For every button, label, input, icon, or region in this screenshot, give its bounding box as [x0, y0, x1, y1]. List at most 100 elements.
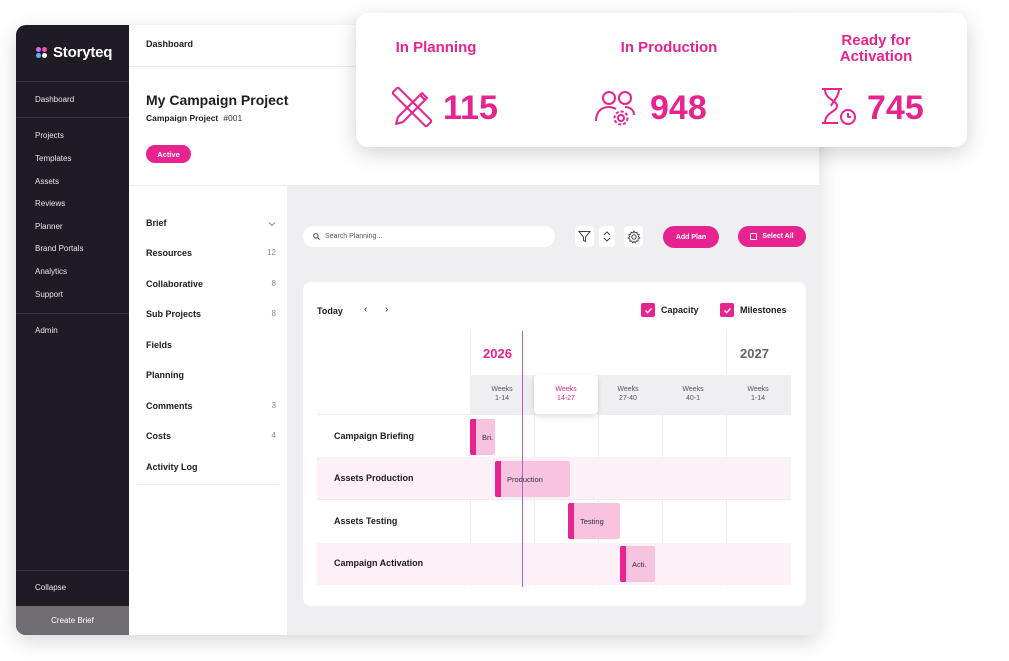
sidebar-item-brand-portals[interactable]: Brand Portals [35, 244, 83, 253]
sidebar-item-projects[interactable]: Projects [35, 131, 64, 140]
search-input[interactable]: Search Planning... [303, 226, 555, 247]
stat-label-in-planning: In Planning [395, 39, 477, 56]
capacity-toggle[interactable]: Capacity [641, 303, 699, 317]
collapse-button[interactable]: Collapse [35, 583, 66, 592]
sidebar-divider [16, 570, 129, 571]
nav-item-costs[interactable]: Costs 4 [146, 431, 276, 441]
week-label: Weeks [682, 386, 704, 393]
week-column-header[interactable]: Weeks 1-14 [472, 385, 532, 403]
nav-item-resources[interactable]: Resources 12 [146, 248, 276, 258]
brand-name: Storyteq [53, 43, 113, 61]
stat-value-in-production: 948 [650, 89, 707, 127]
nav-divider [137, 484, 279, 485]
week-column-header-active[interactable]: Weeks 14-27 [536, 385, 596, 403]
team-gear-icon [595, 91, 635, 126]
week-label: Weeks [555, 386, 577, 393]
nav-item-label: Comments [146, 401, 193, 411]
week-column-header[interactable]: Weeks 1-14 [728, 385, 788, 403]
nav-item-count: 4 [271, 431, 276, 440]
sidebar-item-support[interactable]: Support [35, 290, 63, 299]
nav-item-activity-log[interactable]: Activity Log [146, 462, 276, 472]
stat-value-in-planning: 115 [443, 89, 498, 127]
nav-item-label: Costs [146, 431, 172, 441]
week-label: Weeks [491, 386, 513, 393]
sidebar-item-assets[interactable]: Assets [35, 177, 59, 186]
nav-item-brief[interactable]: Brief [146, 218, 276, 228]
sidebar-item-analytics[interactable]: Analytics [35, 267, 67, 276]
today-button[interactable]: Today [317, 306, 343, 316]
planning-panel: Search Planning... Add Plan Select All T… [287, 186, 819, 635]
sidebar-item-admin[interactable]: Admin [35, 326, 58, 335]
week-range: 1-14 [494, 395, 509, 402]
search-placeholder: Search Planning... [325, 233, 383, 240]
nav-item-label: Collaborative [146, 279, 204, 289]
create-brief-button[interactable]: Create Brief [16, 606, 129, 635]
sidebar-item-templates[interactable]: Templates [35, 154, 71, 163]
gantt-row-label[interactable]: Campaign Activation [334, 558, 423, 568]
week-range: 14-27 [557, 395, 575, 402]
settings-button[interactable] [624, 226, 643, 247]
add-plan-button[interactable]: Add Plan [663, 226, 719, 248]
sidebar-item-planner[interactable]: Planner [35, 222, 63, 231]
week-label: Weeks [617, 386, 639, 393]
nav-item-count: 8 [271, 309, 276, 318]
row-divider [317, 414, 791, 415]
gantt-bar[interactable]: Acti. [620, 546, 655, 582]
gantt-row-label[interactable]: Assets Testing [334, 516, 397, 526]
week-range: 1-14 [750, 395, 765, 402]
select-all-button[interactable]: Select All [738, 226, 806, 247]
year-label-2027: 2027 [740, 346, 769, 361]
sidebar-item-dashboard[interactable]: Dashboard [35, 95, 74, 104]
settings-icon [626, 229, 641, 244]
sidebar-divider [16, 117, 129, 118]
milestones-toggle[interactable]: Milestones [720, 303, 787, 317]
stat-label-in-production: In Production [620, 39, 718, 56]
sidebar-divider [16, 313, 129, 314]
capacity-label: Capacity [661, 305, 699, 315]
stat-label-ready-for-activation: Ready for Activation [839, 32, 913, 65]
breadcrumb[interactable]: Dashboard [146, 39, 193, 49]
nav-item-fields[interactable]: Fields [146, 340, 276, 350]
sort-icon [603, 231, 611, 242]
chevron-right-icon[interactable]: › [385, 304, 388, 315]
nav-item-count: 3 [271, 401, 276, 410]
nav-item-count: 8 [271, 279, 276, 288]
gantt-row-label[interactable]: Campaign Briefing [334, 431, 414, 441]
week-label: Weeks [747, 386, 769, 393]
checkbox-checked-icon [641, 303, 655, 317]
sidebar-divider [16, 81, 129, 82]
checkbox-icon [750, 233, 758, 240]
year-label-2026: 2026 [483, 346, 512, 361]
project-id: #001 [223, 113, 243, 123]
hourglass-clock-icon [822, 88, 856, 125]
nav-item-label: Fields [146, 340, 173, 350]
nav-item-planning[interactable]: Planning [146, 370, 276, 380]
chevron-left-icon[interactable]: ‹ [364, 304, 367, 315]
week-column-header[interactable]: Weeks 27-40 [598, 385, 658, 403]
search-icon [313, 233, 320, 240]
nav-item-label: Activity Log [146, 462, 198, 472]
nav-item-comments[interactable]: Comments 3 [146, 401, 276, 411]
sidebar-item-reviews[interactable]: Reviews [35, 199, 65, 208]
status-badge: Active [146, 145, 191, 163]
nav-item-count: 12 [267, 248, 276, 257]
select-all-label: Select All [762, 233, 794, 240]
logo[interactable]: Storyteq [36, 42, 112, 62]
gantt-bar[interactable]: Testing [568, 503, 620, 539]
sort-button[interactable] [599, 226, 615, 247]
gantt-bar[interactable]: Bri. [470, 419, 495, 455]
filter-button[interactable] [575, 226, 594, 247]
milestones-label: Milestones [740, 305, 787, 315]
page-title: My Campaign Project [146, 92, 289, 108]
nav-item-sub-projects[interactable]: Sub Projects 8 [146, 309, 276, 319]
gantt-row-label[interactable]: Assets Production [334, 473, 414, 483]
pencil-ruler-icon [392, 87, 432, 127]
week-column-header[interactable]: Weeks 40-1 [663, 385, 723, 403]
project-type: Campaign Project [146, 113, 219, 123]
chevron-down-icon [268, 222, 276, 227]
nav-item-collaborative[interactable]: Collaborative 8 [146, 279, 276, 289]
gantt-bar[interactable]: Production [495, 461, 570, 497]
today-marker [522, 331, 523, 587]
row-divider [317, 499, 791, 500]
sidebar: Storyteq Dashboard Projects Templates As… [16, 25, 129, 635]
